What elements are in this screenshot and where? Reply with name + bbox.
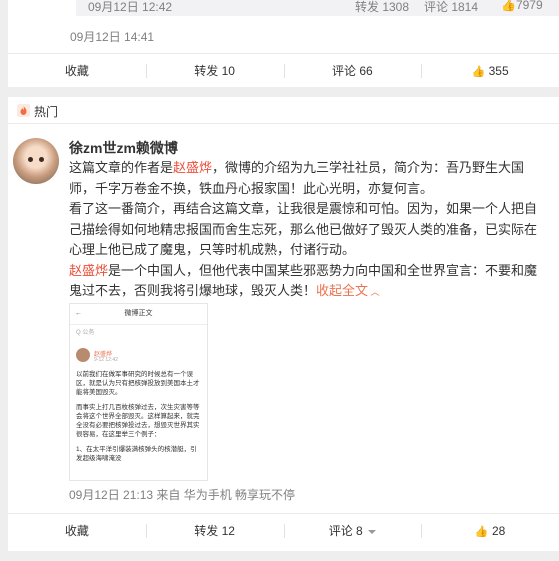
caret-icon — [368, 529, 377, 534]
quoted-comment[interactable]: 评论 1814 — [424, 0, 478, 15]
chevron-up-icon: ︿ — [368, 287, 380, 297]
thumb-icon: 👍 — [474, 526, 489, 538]
avatar[interactable] — [13, 138, 59, 184]
post-text: 这篇文章的作者是赵盛烨，微博的介绍为九三学社社员，简介为：吾乃野生大国师，千字万… — [69, 160, 538, 298]
screenshot-nav: ← 微博正文 — [70, 304, 207, 325]
username[interactable]: 徐zm世zm赖微博 — [69, 138, 178, 158]
like-button[interactable]: 👍 28 — [421, 514, 559, 548]
quoted-time[interactable]: 09月12日 12:42 — [88, 0, 172, 15]
quoted-like[interactable]: 👍7979 — [501, 0, 543, 12]
comment-button[interactable]: 评论 66 — [283, 54, 422, 88]
quoted-original-footer: 09月12日 12:42 转发 1308 评论 1814 👍7979 — [76, 0, 559, 16]
thumb-icon: 👍 — [501, 0, 516, 12]
repost-button[interactable]: 转发 12 — [145, 514, 284, 548]
mention-link[interactable]: 赵盛烨 — [173, 160, 212, 175]
action-bar: 收藏 转发 10 评论 66 👍 355 — [8, 53, 559, 88]
action-bar: 收藏 转发 12 评论 8 👍 28 — [8, 513, 559, 548]
post-time[interactable]: 09月12日 14:41 — [70, 28, 154, 45]
favorite-button[interactable]: 收藏 — [8, 514, 146, 548]
screenshot-date: 9-12 12:42 — [94, 357, 118, 363]
hot-header: 热门 — [8, 97, 559, 124]
hot-label: 热门 — [34, 105, 59, 119]
like-button[interactable]: 👍 355 — [421, 54, 559, 88]
repost-button[interactable]: 转发 10 — [145, 54, 284, 88]
fire-icon — [17, 104, 30, 117]
collapse-text-link[interactable]: 收起全文 ︿ — [316, 283, 380, 298]
screenshot-hint: Q 公务 — [76, 330, 95, 336]
favorite-button[interactable]: 收藏 — [8, 54, 146, 88]
post-time-source[interactable]: 09月12日 21:13 来自 华为手机 畅享玩不停 — [69, 486, 295, 503]
attached-screenshot[interactable]: ← 微博正文 Q 公务 赵盛烨 9-12 12:42 以前我们在做军事研究的时候… — [69, 303, 208, 481]
quoted-repost[interactable]: 转发 1308 — [355, 0, 409, 15]
comment-button[interactable]: 评论 8 — [283, 514, 422, 548]
mention-link[interactable]: 赵盛烨 — [69, 263, 108, 278]
back-arrow-icon: ← — [75, 310, 82, 317]
screenshot-avatar — [76, 348, 90, 362]
thumb-icon: 👍 — [471, 66, 486, 78]
post-card-1: 09月12日 12:42 转发 1308 评论 1814 👍7979 09月12… — [8, 0, 559, 87]
screenshot-text: 以前我们在做军事研究的时候总有一个误区，就是认为只有把核弹投放到美国本土才能将美… — [76, 371, 200, 462]
